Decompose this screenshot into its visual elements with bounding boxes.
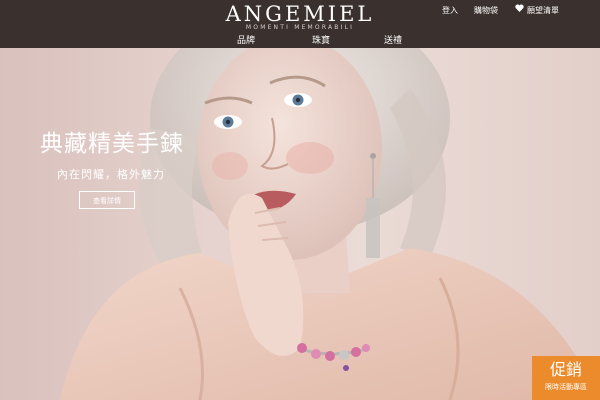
promo-badge[interactable]: 促銷 限時活動專區 bbox=[532, 356, 600, 400]
hero-banner[interactable]: 典藏精美手鍊 內在閃耀，格外魅力 查看詳情 促銷 限時活動專區 bbox=[0, 48, 600, 400]
promo-title: 促銷 bbox=[549, 360, 582, 379]
site-header: ANGEMIEL MOMENTI MEMORABILI 登入 購物袋 願望清單 … bbox=[0, 0, 600, 48]
nav-item-gifts[interactable]: 送禮 bbox=[384, 34, 402, 48]
cart-link[interactable]: 購物袋 bbox=[474, 4, 498, 18]
page: ANGEMIEL MOMENTI MEMORABILI 登入 購物袋 願望清單 … bbox=[0, 0, 600, 400]
brand-tagline: MOMENTI MEMORABILI bbox=[245, 24, 355, 31]
heart-icon bbox=[515, 3, 524, 17]
hero-subline: 內在閃耀，格外魅力 bbox=[57, 168, 165, 181]
wishlist-label: 願望清單 bbox=[527, 6, 559, 15]
wishlist-link[interactable]: 願望清單 bbox=[515, 3, 559, 18]
login-link[interactable]: 登入 bbox=[442, 4, 458, 18]
view-details-button[interactable]: 查看詳情 bbox=[79, 191, 135, 209]
brand-logo[interactable]: ANGEMIEL bbox=[0, 3, 600, 25]
nav-item-brand[interactable]: 品牌 bbox=[237, 34, 255, 48]
nav-item-jewelry[interactable]: 珠寶 bbox=[312, 34, 330, 48]
hero-model-image bbox=[60, 48, 600, 400]
promo-subtitle: 限時活動專區 bbox=[545, 383, 587, 391]
hero-headline: 典藏精美手鍊 bbox=[40, 131, 184, 157]
